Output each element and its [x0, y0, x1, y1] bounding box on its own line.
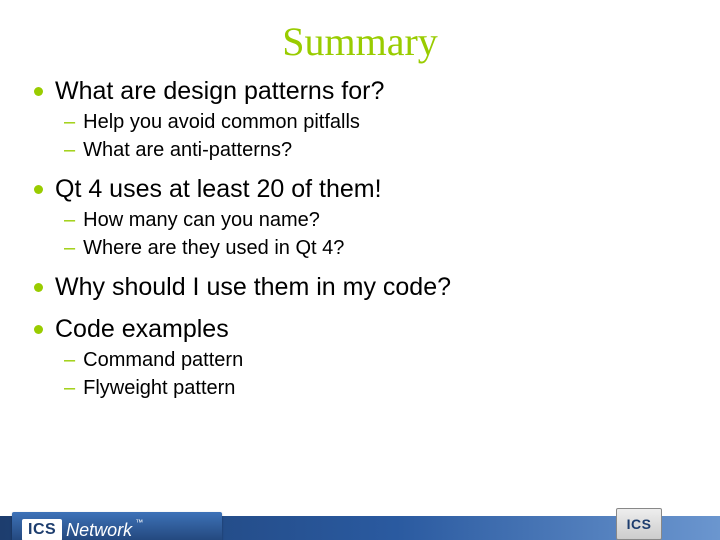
bullet-item: Code examples [34, 313, 690, 345]
dash-icon: – [64, 137, 75, 163]
slide-body: What are design patterns for? – Help you… [0, 75, 720, 401]
trademark-icon: ™ [135, 518, 143, 527]
sub-bullet-item: – What are anti-patterns? [64, 137, 690, 163]
slide-footer: ICS Network ™ © 2008 Integrated Computer… [0, 498, 720, 540]
ics-logo-box: ICS [22, 519, 62, 540]
slide-title: Summary [0, 18, 720, 65]
sub-bullet-item: – Where are they used in Qt 4? [64, 235, 690, 261]
ics-logo: ICS [616, 508, 662, 540]
sub-bullet-text: Command pattern [83, 347, 243, 373]
bullet-dot-icon [34, 185, 43, 194]
sub-bullet-text: Where are they used in Qt 4? [83, 235, 344, 261]
sub-bullet-text: Help you avoid common pitfalls [83, 109, 360, 135]
bullet-text: Code examples [55, 313, 229, 345]
ics-network-logo: ICS Network ™ [12, 512, 222, 540]
bullet-text: Qt 4 uses at least 20 of them! [55, 173, 382, 205]
bullet-dot-icon [34, 283, 43, 292]
dash-icon: – [64, 235, 75, 261]
bullet-item: Qt 4 uses at least 20 of them! [34, 173, 690, 205]
sub-bullet-text: How many can you name? [83, 207, 320, 233]
sub-bullet-item: – Command pattern [64, 347, 690, 373]
sub-bullet-item: – How many can you name? [64, 207, 690, 233]
dash-icon: – [64, 109, 75, 135]
network-text: Network [66, 520, 132, 540]
sub-bullet-text: Flyweight pattern [83, 375, 235, 401]
bullet-text: Why should I use them in my code? [55, 271, 451, 303]
dash-icon: – [64, 347, 75, 373]
sub-bullet-item: – Flyweight pattern [64, 375, 690, 401]
sub-bullet-item: – Help you avoid common pitfalls [64, 109, 690, 135]
dash-icon: – [64, 207, 75, 233]
bullet-text: What are design patterns for? [55, 75, 384, 107]
ics-logo-text: ICS [627, 516, 652, 532]
sub-bullet-text: What are anti-patterns? [83, 137, 292, 163]
bullet-item: What are design patterns for? [34, 75, 690, 107]
bullet-dot-icon [34, 325, 43, 334]
dash-icon: – [64, 375, 75, 401]
bullet-item: Why should I use them in my code? [34, 271, 690, 303]
bullet-dot-icon [34, 87, 43, 96]
